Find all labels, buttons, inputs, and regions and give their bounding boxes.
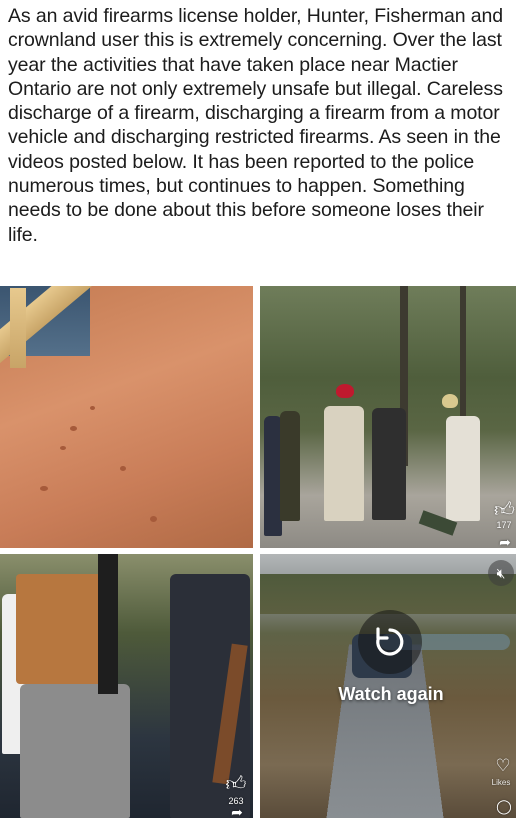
like-count: 177: [496, 520, 512, 530]
turban: [442, 394, 458, 408]
thumbs-up-icon[interactable]: 👍︎: [494, 498, 515, 522]
comment-icon[interactable]: ◯: [494, 798, 514, 815]
share-icon[interactable]: ➦: [228, 804, 246, 818]
casing: [120, 466, 126, 471]
media-tile-bridge[interactable]: [0, 286, 253, 548]
post-text: As an avid firearms license holder, Hunt…: [8, 5, 504, 246]
treeline: [260, 574, 516, 614]
person: [372, 408, 406, 520]
media-tile-group[interactable]: 👍︎ 177 ➦: [260, 286, 516, 548]
mute-icon[interactable]: 🔇︎: [488, 560, 514, 586]
thumbs-up-icon[interactable]: 👍︎: [225, 772, 247, 796]
rifle: [98, 554, 118, 694]
share-icon[interactable]: ➦: [496, 534, 514, 548]
bridge-post: [10, 288, 26, 368]
likes-label: Likes: [491, 778, 511, 787]
media-tile-video[interactable]: 🔇︎ Watch again ♡ Likes ◯ 12: [260, 554, 516, 818]
jeans: [20, 684, 130, 818]
replay-icon: [376, 627, 404, 656]
orange-vest: [16, 574, 108, 684]
casing: [150, 516, 157, 522]
media-grid: 👍︎ 177 ➦ 👍︎ 263 ➦ 🔇︎ Watch again ♡ Likes…: [0, 284, 516, 818]
watch-again-label[interactable]: Watch again: [260, 684, 516, 705]
turban: [336, 384, 354, 398]
casing: [60, 446, 66, 450]
person: [280, 411, 300, 521]
person: [446, 416, 480, 521]
heart-icon[interactable]: ♡: [492, 756, 514, 776]
replay-button[interactable]: [358, 610, 422, 674]
media-tile-seated[interactable]: 👍︎ 263 ➦: [0, 554, 253, 818]
casing: [90, 406, 95, 410]
casing: [70, 426, 77, 431]
casing: [40, 486, 48, 491]
person: [324, 406, 364, 521]
